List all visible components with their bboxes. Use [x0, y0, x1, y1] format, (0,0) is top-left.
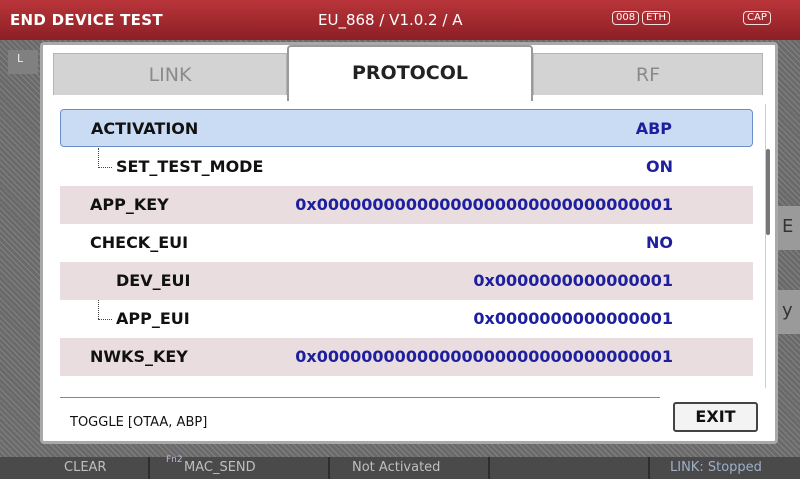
row-label: SET_TEST_MODE — [116, 157, 264, 176]
activation-status: Not Activated — [330, 457, 490, 479]
link-status: LINK: Stopped — [670, 460, 762, 475]
status-bar: CLEAR Fn2 MAC_SEND Not Activated LINK: S… — [0, 455, 800, 479]
row-label: ACTIVATION — [91, 119, 199, 138]
background-field-right: E — [778, 206, 800, 250]
port-badge: 008 — [612, 11, 640, 25]
eth-badge: ETH — [642, 11, 671, 25]
clear-softkey[interactable]: CLEAR — [0, 457, 150, 479]
status-slot-empty — [490, 457, 650, 479]
row-dev-eui[interactable]: DEV_EUI 0x0000000000000001 — [60, 262, 753, 300]
scrollbar-thumb[interactable] — [766, 149, 770, 235]
row-value: 0x00000000000000000000000000000001 — [295, 347, 673, 366]
row-app-eui[interactable]: APP_EUI 0x0000000000000001 — [60, 300, 753, 338]
background-field-right-2: y — [778, 290, 800, 334]
row-label: CHECK_EUI — [90, 233, 189, 252]
divider — [60, 397, 660, 398]
parameter-list: ACTIVATION ABP SET_TEST_MODE ON APP_KEY … — [60, 104, 763, 391]
background-text-y: y — [782, 300, 793, 321]
status-badges: 008 ETH CAP — [612, 11, 771, 25]
background-text-e: E — [782, 216, 794, 237]
row-value: NO — [646, 233, 673, 252]
row-label: NWKS_KEY — [90, 347, 188, 366]
tab-link[interactable]: LINK — [53, 53, 287, 95]
row-value: 0x0000000000000001 — [473, 271, 673, 290]
row-activation[interactable]: ACTIVATION ABP — [60, 109, 753, 147]
title-bar: END DEVICE TEST EU_868 / V1.0.2 / A 008 … — [0, 0, 800, 40]
app-title: END DEVICE TEST — [10, 11, 163, 29]
tab-rf[interactable]: RF — [533, 53, 763, 95]
row-value: ABP — [635, 119, 672, 138]
row-label: APP_KEY — [90, 195, 169, 214]
row-label: APP_EUI — [116, 309, 190, 328]
protocol-dialog: LINK PROTOCOL RF ACTIVATION ABP SET_TEST… — [40, 42, 778, 444]
cap-badge: CAP — [743, 11, 771, 25]
exit-button[interactable]: EXIT — [673, 402, 758, 432]
row-nwks-key[interactable]: NWKS_KEY 0x00000000000000000000000000000… — [60, 338, 753, 376]
background-tab-left: L — [8, 50, 38, 74]
tab-protocol[interactable]: PROTOCOL — [287, 45, 533, 101]
help-text: TOGGLE [OTAA, ABP] — [70, 415, 208, 430]
tab-bar: LINK PROTOCOL RF — [53, 45, 771, 101]
row-app-key[interactable]: APP_KEY 0x000000000000000000000000000000… — [60, 186, 753, 224]
row-value: 0x0000000000000001 — [473, 309, 673, 328]
row-label: DEV_EUI — [116, 271, 191, 290]
mac-send-softkey[interactable]: MAC_SEND — [150, 457, 330, 479]
row-value: ON — [646, 157, 673, 176]
row-set-test-mode[interactable]: SET_TEST_MODE ON — [60, 148, 753, 186]
row-value: 0x00000000000000000000000000000001 — [295, 195, 673, 214]
version-label: EU_868 / V1.0.2 / A — [318, 11, 463, 29]
list-scrollbar[interactable] — [765, 104, 772, 388]
row-check-eui[interactable]: CHECK_EUI NO — [60, 224, 753, 262]
